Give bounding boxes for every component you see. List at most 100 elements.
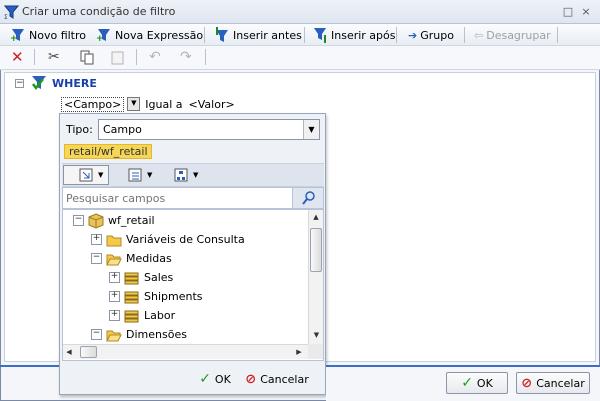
popup-cancel-label: Cancelar — [260, 372, 309, 386]
field-dropdown-arrow-icon[interactable]: ▼ — [127, 97, 141, 111]
cut-icon[interactable]: ✂ — [48, 49, 60, 65]
toolbar-divider — [136, 49, 137, 65]
view-hierarchy-button[interactable]: ▼ — [168, 165, 204, 185]
expand-icon[interactable]: + — [91, 234, 102, 245]
collapse-icon[interactable]: − — [91, 329, 102, 340]
folder-open-icon — [106, 252, 122, 266]
chevron-down-icon: ▼ — [147, 171, 153, 179]
scroll-right-arrow-icon[interactable]: ▶ — [293, 345, 305, 360]
cube-icon — [88, 212, 104, 229]
cancel-icon: ⊘ — [521, 375, 533, 391]
source-chip[interactable]: retail/wf_retail — [64, 144, 152, 159]
toolbar-divider — [204, 27, 205, 43]
insert-after-label: Inserir após — [331, 28, 396, 42]
edit-toolbar: ✕ ✂ ↶ ↷ — [0, 46, 600, 70]
cancel-label: Cancelar — [536, 376, 585, 390]
scroll-left-arrow-icon[interactable]: ◀ — [63, 345, 75, 360]
expand-icon[interactable]: + — [109, 310, 120, 321]
popup-ok-button[interactable]: ✓ OK — [196, 368, 234, 390]
scroll-corner — [308, 344, 323, 359]
scroll-down-arrow-icon[interactable]: ▼ — [309, 328, 324, 343]
toolbar-divider — [205, 49, 206, 65]
measure-group-icon — [124, 271, 140, 285]
insert-after-icon — [314, 28, 326, 43]
insert-before-icon — [216, 27, 228, 42]
folder-open-icon — [106, 328, 122, 342]
view-fields-button[interactable]: ▼ — [63, 165, 109, 185]
condition-row: <Campo> ▼ Igual a <Valor> — [61, 96, 235, 112]
new-expression-icon: + — [96, 29, 110, 43]
insert-before-label: Inserir antes — [233, 28, 302, 42]
close-button[interactable]: × — [580, 6, 592, 18]
horizontal-scrollbar[interactable]: ◀ ▶ — [63, 344, 308, 359]
field-selector[interactable]: <Campo> — [61, 96, 125, 112]
ok-button[interactable]: ✓ OK — [446, 372, 508, 394]
collapse-icon[interactable]: − — [73, 215, 84, 226]
delete-icon[interactable]: ✕ — [11, 50, 24, 65]
search-input[interactable] — [63, 188, 291, 208]
value-link[interactable]: <Valor> — [189, 98, 235, 111]
popup-cancel-button[interactable]: ⊘ Cancelar — [244, 368, 310, 390]
toolbar-divider — [557, 27, 558, 43]
search-button[interactable] — [292, 188, 323, 208]
expand-icon[interactable]: + — [109, 291, 120, 302]
tree-node-label: Medidas — [126, 252, 172, 265]
vertical-scroll-thumb[interactable] — [310, 228, 322, 272]
paste-icon[interactable] — [111, 50, 125, 65]
tree-node[interactable]: − Medidas — [63, 249, 308, 268]
operator-link[interactable]: Igual a — [145, 98, 182, 111]
insert-before-button[interactable]: Inserir antes — [212, 26, 304, 44]
scroll-up-arrow-icon[interactable]: ▲ — [309, 210, 323, 225]
group-button[interactable]: ➔ Grupo — [406, 26, 456, 44]
hierarchy-view-icon — [174, 168, 188, 182]
copy-icon[interactable] — [80, 50, 94, 65]
svg-text:Σ: Σ — [4, 14, 8, 20]
chevron-down-icon[interactable]: ▼ — [303, 120, 319, 139]
group-arrow-icon: ➔ — [408, 28, 418, 42]
new-expression-button[interactable]: + Nova Expressão — [94, 26, 205, 44]
new-filter-icon: + — [10, 29, 24, 43]
tree-node[interactable]: + Sales — [63, 268, 308, 287]
tree-node[interactable]: + Variáveis de Consulta — [63, 230, 308, 249]
toolbar-divider — [34, 49, 35, 65]
chevron-down-icon: ▼ — [98, 171, 104, 179]
window-title: Criar uma condição de filtro — [22, 5, 176, 18]
popup-ok-label: OK — [214, 372, 231, 386]
ungroup-button[interactable]: ⇦ Desagrupar — [472, 26, 553, 44]
tree-node[interactable]: + Labor — [63, 306, 308, 325]
where-label: WHERE — [52, 77, 97, 90]
tree-node[interactable]: − wf_retail — [63, 211, 308, 230]
list-view-icon — [128, 168, 142, 182]
tree-node-label: Variáveis de Consulta — [126, 233, 245, 246]
type-select[interactable]: Campo ▼ — [98, 119, 320, 140]
where-filter-icon — [32, 76, 46, 91]
title-bar: Σ Criar uma condição de filtro □ × — [0, 0, 600, 24]
expand-icon[interactable]: + — [109, 272, 120, 283]
collapse-icon[interactable]: − — [91, 253, 102, 264]
maximize-button[interactable]: □ — [562, 6, 574, 18]
group-label: Grupo — [420, 28, 454, 42]
tree-node[interactable]: − Dimensões — [63, 325, 308, 344]
field-tree: − wf_retail + Variáveis de Consulta − Medidas… — [62, 209, 324, 361]
field-view-icon — [79, 168, 93, 182]
filter-funnel-icon: Σ — [4, 5, 19, 20]
tree-node-label: wf_retail — [108, 214, 155, 227]
insert-after-button[interactable]: Inserir após — [310, 26, 398, 44]
view-list-button[interactable]: ▼ — [122, 165, 156, 185]
checkmark-icon: ✓ — [199, 371, 211, 387]
new-filter-button[interactable]: + Novo filtro — [8, 26, 88, 44]
undo-icon[interactable]: ↶ — [149, 49, 161, 65]
svg-text:+: + — [96, 34, 104, 43]
tree-node-label: Sales — [144, 271, 174, 284]
horizontal-scroll-thumb[interactable] — [80, 346, 97, 358]
measure-group-icon — [124, 309, 140, 323]
tree-node-label: Shipments — [144, 290, 203, 303]
vertical-scrollbar[interactable]: ▲ ▼ — [308, 210, 323, 344]
chevron-down-icon: ▼ — [193, 171, 199, 179]
ungroup-label: Desagrupar — [486, 28, 551, 42]
cancel-button[interactable]: ⊘ Cancelar — [516, 372, 590, 394]
where-expander[interactable]: − — [15, 79, 24, 88]
redo-icon[interactable]: ↷ — [180, 49, 192, 65]
new-filter-label: Novo filtro — [29, 28, 87, 42]
tree-node[interactable]: + Shipments — [63, 287, 308, 306]
